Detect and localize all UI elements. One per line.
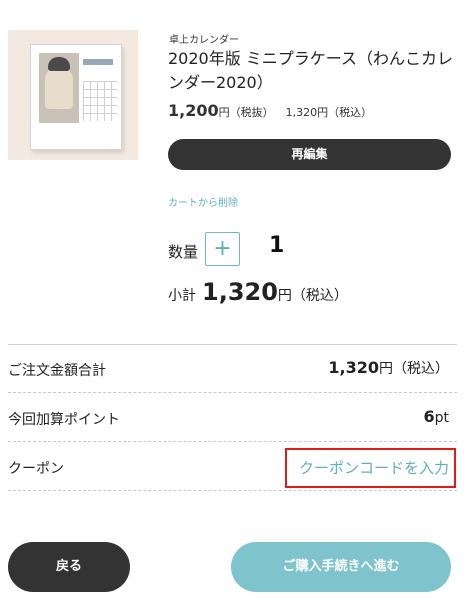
points-label: 今回加算ポイント [8,412,120,428]
points-value: 6pt [423,407,449,426]
quantity-label: 数量 [168,243,199,261]
quantity-value: 1 [269,233,285,258]
calendar-grid [83,81,117,121]
price-tax-included: 1,320円（税込） [285,106,373,119]
coupon-label: クーポン [8,461,64,477]
product-name: 2020年版 ミニプラケース（わんこカレンダー2020） [168,49,454,92]
reedit-button[interactable]: 再編集 [168,139,451,170]
row-divider [8,392,457,393]
price-unit: 円（税抜） [218,106,274,119]
order-total-value: 1,320円（税込） [328,358,449,378]
calendar-stand [30,44,122,150]
subtotal-unit: 円（税込） [277,288,348,304]
row-divider [8,490,457,491]
product-category: 卓上カレンダー [169,35,239,46]
order-total-label: ご注文金額合計 [8,363,106,379]
price-value: 1,200 [168,101,219,120]
subtotal-amount: 1,320 [202,278,278,306]
coupon-code-link[interactable]: クーポンコードを入力 [299,457,449,478]
section-divider [8,344,457,345]
calendar-photo [39,53,79,123]
row-divider [8,441,457,442]
quantity-plus-button[interactable]: + [205,232,240,266]
order-total-amount: 1,320 [328,358,379,377]
points-amount: 6 [423,407,435,426]
price-row: 1,200円（税抜） 1,320円（税込） [168,101,372,120]
subtotal-label: 小計 [168,288,196,304]
points-unit: pt [434,410,449,426]
subtotal-row: 小計 1,320円（税込） [168,278,348,306]
order-total-unit: 円（税込） [379,361,449,377]
back-button[interactable]: 戻る [8,542,130,592]
proceed-to-checkout-button[interactable]: ご購入手続きへ進む [231,542,451,592]
remove-from-cart-link[interactable]: カートから削除 [168,194,238,209]
product-image [8,30,138,160]
